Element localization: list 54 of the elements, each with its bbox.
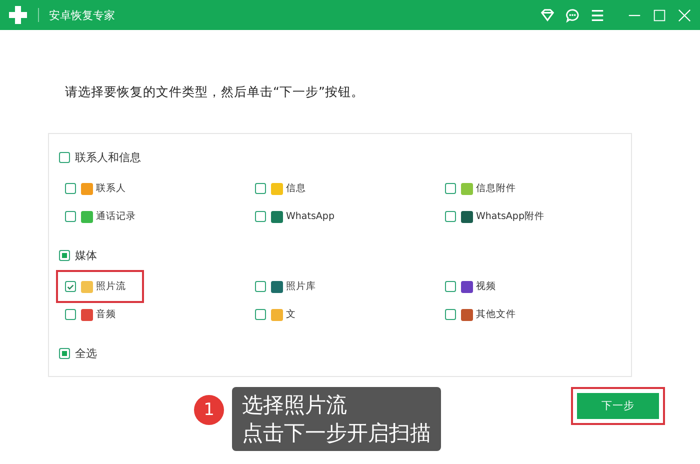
file-type-icon [461, 280, 473, 292]
item-checkbox[interactable] [445, 183, 456, 194]
group-label: 媒体 [75, 248, 97, 262]
item-label: 音频 [96, 308, 116, 321]
maximize-icon[interactable] [652, 8, 667, 22]
item-checkbox[interactable] [445, 309, 456, 320]
item-checkbox[interactable] [65, 183, 76, 194]
item-label: 文 [286, 308, 296, 321]
file-type-icon [271, 308, 283, 320]
item-checkbox[interactable] [445, 211, 456, 222]
callout-text: 点击下一步开启扫描 [242, 420, 431, 447]
item-label: 照片流 [96, 280, 126, 293]
diamond-icon[interactable] [540, 8, 555, 22]
item-label: WhatsApp [286, 211, 334, 222]
item-checkbox[interactable] [255, 183, 266, 194]
menu-icon[interactable] [590, 8, 605, 22]
item-label: 联系人 [96, 182, 126, 195]
item-label: 照片库 [286, 280, 316, 293]
item-checkbox[interactable] [445, 281, 456, 292]
file-type-icon [81, 210, 93, 222]
file-type-icon [461, 182, 473, 194]
item-checkbox[interactable] [255, 211, 266, 222]
item-label: 信息附件 [476, 182, 516, 195]
window-title: 安卓恢复专家 [49, 8, 115, 22]
file-type-icon [81, 182, 93, 194]
file-type-icon [461, 308, 473, 320]
item-checkbox[interactable] [65, 211, 76, 222]
instruction-text: 请选择要恢复的文件类型，然后单击“下一步”按钮。 [65, 84, 365, 99]
file-type-icon [461, 210, 473, 222]
select-all-checkbox[interactable] [59, 348, 70, 358]
step-badge: 1 [194, 395, 224, 425]
group-checkbox[interactable] [59, 250, 70, 260]
next-button[interactable]: 下一步 [577, 393, 659, 419]
item-checkbox[interactable] [255, 281, 266, 292]
file-type-icon [271, 210, 283, 222]
callout-text: 选择照片流 [242, 392, 347, 419]
group-checkbox[interactable] [59, 152, 70, 162]
item-label: 其他文件 [476, 308, 516, 321]
item-checkbox[interactable] [65, 309, 76, 320]
close-icon[interactable] [677, 8, 692, 22]
item-label: WhatsApp附件 [476, 210, 544, 223]
plus-logo-icon [8, 5, 28, 25]
file-type-icon [81, 308, 93, 320]
item-checkbox[interactable] [65, 281, 76, 292]
file-type-icon [271, 182, 283, 194]
group-label: 联系人和信息 [75, 150, 141, 164]
select-all-label: 全选 [75, 346, 97, 360]
item-label: 视频 [476, 280, 496, 293]
file-type-icon [81, 280, 93, 292]
chat-bubble-icon[interactable] [565, 8, 580, 22]
item-label: 信息 [286, 182, 306, 195]
item-label: 通话记录 [96, 210, 136, 223]
item-checkbox[interactable] [255, 309, 266, 320]
file-type-icon [271, 280, 283, 292]
